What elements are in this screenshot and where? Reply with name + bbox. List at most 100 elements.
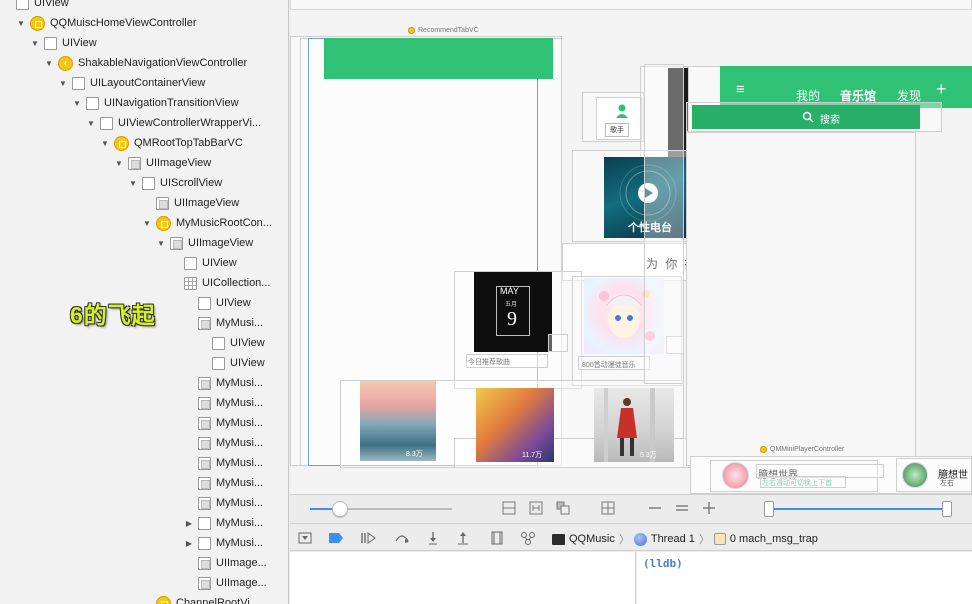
change-display-icon[interactable] [556, 501, 570, 515]
zoom-actual-icon[interactable] [675, 501, 689, 515]
tree-row[interactable]: UIView [0, 0, 288, 13]
zoom-out-icon[interactable] [648, 501, 662, 515]
tree-row[interactable]: UIImage... [0, 553, 288, 573]
tree-row[interactable]: ChannelRootVi... [0, 593, 288, 604]
tree-row[interactable]: ▼ ‹ ShakableNavigationViewController [0, 53, 288, 73]
menu-icon[interactable]: ≡ [736, 82, 745, 97]
tree-row-label: MyMusi... [216, 317, 264, 329]
tree-row[interactable]: UIView [0, 333, 288, 353]
tree-row[interactable]: UIView [0, 253, 288, 273]
tree-row-label: MyMusi... [216, 417, 264, 429]
girl-artwork[interactable]: 5.3万 [594, 388, 674, 462]
tree-row[interactable]: ▼ UIViewControllerWrapperVi... [0, 113, 288, 133]
add-icon[interactable]: + [936, 80, 947, 98]
disclosure-expanded-icon[interactable]: ▼ [58, 78, 68, 88]
tree-row[interactable]: ▼ QMRootTopTabBarVC [0, 133, 288, 153]
tree-row[interactable]: UIView [0, 353, 288, 373]
singer-label[interactable]: 歌手 [605, 123, 629, 137]
tree-row[interactable]: UIImageView [0, 193, 288, 213]
image-view-icon [198, 396, 211, 410]
search-label[interactable]: 搜索 [820, 111, 840, 126]
disclosure-expanded-icon[interactable]: ▼ [72, 98, 82, 108]
continue-icon[interactable] [360, 530, 376, 546]
disclosure-expanded-icon[interactable]: ▼ [44, 58, 54, 68]
breadcrumb-frame[interactable]: 0 mach_msg_trap [730, 533, 818, 545]
console-view[interactable]: (lldb) [637, 552, 972, 604]
breadcrumb-thread[interactable]: Thread 1 [651, 533, 695, 545]
tree-row[interactable]: UIImage... [0, 573, 288, 593]
tree-row[interactable]: ▼ UIScrollView [0, 173, 288, 193]
view-icon [212, 336, 225, 350]
tree-row[interactable]: ▶ MyMusi... [0, 533, 288, 553]
tree-row[interactable]: MyMusi... [0, 493, 288, 513]
tree-row[interactable]: ▼ UILayoutContainerView [0, 73, 288, 93]
view-hierarchy-debug-icon[interactable] [490, 530, 504, 546]
view-icon [198, 296, 211, 310]
sea-artwork[interactable]: 8.3万 [360, 381, 436, 461]
daily-artwork[interactable]: MAY 五月 9 [474, 272, 552, 352]
step-out-icon[interactable] [456, 530, 470, 546]
tree-row[interactable]: MyMusi... [0, 373, 288, 393]
range-slider-track[interactable] [768, 508, 946, 510]
mini-player-vc-text: QMMiniPlayerController [770, 446, 845, 453]
lldb-prompt[interactable]: (lldb) [643, 557, 683, 570]
step-into-icon[interactable] [426, 530, 440, 546]
tree-row[interactable]: ▼ UIImageView [0, 153, 288, 173]
memory-graph-icon[interactable] [520, 530, 536, 546]
search-icon[interactable] [802, 111, 814, 123]
view-controller-icon [156, 595, 171, 604]
tree-row[interactable]: ▼ UIImageView [0, 233, 288, 253]
range-slider-right-handle[interactable] [942, 501, 952, 517]
tree-row[interactable]: UICollection... [0, 273, 288, 293]
clip-content-icon[interactable] [502, 501, 516, 515]
breakpoints-toggle-icon[interactable] [328, 530, 344, 546]
debug-breadcrumb: QQMusic 〉 Thread 1 〉 0 mach_msg_trap [552, 531, 818, 547]
breadcrumb-app[interactable]: QQMusic [569, 533, 615, 545]
range-slider-left-handle[interactable] [764, 501, 774, 517]
anime-group-artwork[interactable]: 11.7万 [476, 388, 554, 462]
disclosure-collapsed-icon[interactable]: ▶ [184, 538, 194, 548]
tree-row[interactable]: ▼ UINavigationTransitionView [0, 93, 288, 113]
disclosure-expanded-icon[interactable]: ▼ [16, 18, 26, 28]
view-controller-icon [156, 215, 171, 231]
disclosure-expanded-icon[interactable]: ▼ [114, 158, 124, 168]
tree-row[interactable]: ▼ UIView [0, 33, 288, 53]
tree-row[interactable]: MyMusi... [0, 413, 288, 433]
disclosure-expanded-icon[interactable]: ▼ [142, 218, 152, 228]
disclosure-expanded-icon[interactable]: ▼ [100, 138, 110, 148]
tree-row-label: UIView [62, 37, 97, 49]
debug-bar: QQMusic 〉 Thread 1 〉 0 mach_msg_trap [290, 523, 972, 551]
orient-3d-icon[interactable] [601, 501, 615, 515]
tree-row[interactable]: MyMusi... [0, 393, 288, 413]
step-over-icon[interactable] [394, 530, 410, 546]
tree-row[interactable]: MyMusi... [0, 433, 288, 453]
mini-player-cover[interactable] [722, 462, 749, 489]
disclosure-expanded-icon[interactable]: ▼ [30, 38, 40, 48]
variables-view[interactable] [290, 552, 636, 604]
tree-row[interactable]: ▶ MyMusi... [0, 513, 288, 533]
tree-row[interactable]: MyMusi... [0, 453, 288, 473]
breadcrumb-separator: 〉 [698, 534, 710, 546]
view-debugger-canvas[interactable]: RecommendTabVC 歌手 个性电台 为 你 推 MAY 五月 9 今日… [290, 0, 972, 494]
image-view-icon [198, 556, 211, 570]
hide-debug-area-icon[interactable] [298, 530, 312, 546]
disclosure-expanded-icon[interactable]: ▼ [128, 178, 138, 188]
show-constraints-icon[interactable] [529, 501, 543, 515]
overlay-caption: 6的飞起 [70, 302, 156, 328]
zoom-in-icon[interactable] [702, 501, 716, 515]
disclosure-expanded-icon[interactable]: ▼ [156, 238, 166, 248]
disclosure-expanded-icon[interactable]: ▼ [86, 118, 96, 128]
tree-row[interactable]: ▼ QQMuiscHomeViewController [0, 13, 288, 33]
recommend-tab-vc-text: RecommendTabVC [418, 27, 479, 34]
spacing-slider-knob[interactable] [332, 501, 348, 517]
view-icon [142, 176, 155, 190]
tree-row[interactable]: MyMusi... [0, 473, 288, 493]
tree-row[interactable]: ▼ MyMusicRootCon... [0, 213, 288, 233]
tree-row-label: MyMusi... [216, 477, 264, 489]
disclosure-collapsed-icon[interactable]: ▶ [184, 518, 194, 528]
image-view-icon [198, 416, 211, 430]
tree-row-label: UINavigationTransitionView [104, 97, 239, 109]
